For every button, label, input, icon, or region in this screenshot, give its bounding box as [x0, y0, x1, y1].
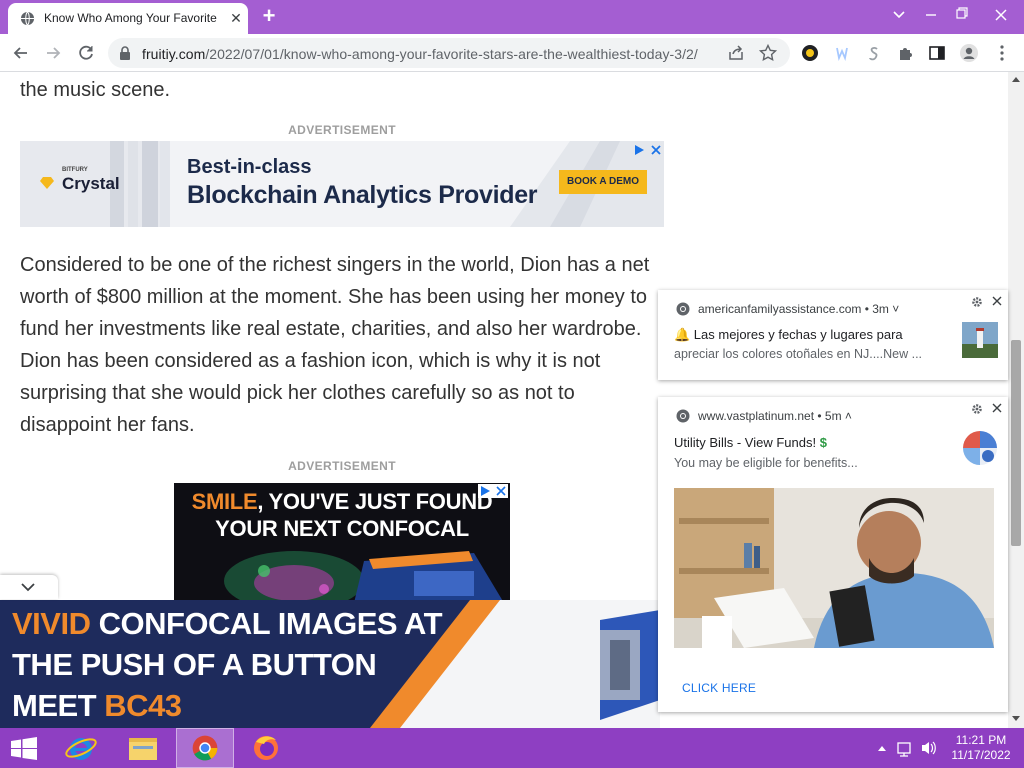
- system-tray-icons[interactable]: [870, 728, 950, 768]
- side-panel-icon[interactable]: [926, 42, 948, 64]
- tab-close-icon[interactable]: ✕: [228, 10, 244, 26]
- chrome-small-icon: [676, 409, 690, 423]
- globe-icon: [20, 11, 35, 26]
- confocal-ad[interactable]: SMILE, YOU'VE JUST FOUND YOUR NEXT CONFO…: [174, 483, 510, 603]
- push-notification-2[interactable]: www.vastplatinum.net • 5m ˄ Utility Bill…: [658, 397, 1008, 712]
- confocal-headline-1-rest: , YOU'VE JUST FOUND: [257, 489, 493, 514]
- scroll-up-icon[interactable]: [1012, 76, 1020, 82]
- notification-title-text: Utility Bills - View Funds!: [674, 435, 817, 450]
- file-explorer-icon[interactable]: [118, 728, 168, 768]
- sticky-bottom-ad[interactable]: VIVID CONFOCAL IMAGES AT THE PUSH OF A B…: [0, 600, 660, 728]
- sticky-ad-line-2: THE PUSH OF A BUTTON: [12, 647, 377, 682]
- address-bar[interactable]: fruitiy.com/2022/07/01/know-who-among-yo…: [108, 38, 790, 68]
- benefits-logo-thumbnail: [963, 431, 997, 465]
- windows-taskbar: 11:21 PM 11/17/2022: [0, 728, 1024, 768]
- scroll-down-icon[interactable]: [1012, 716, 1020, 722]
- firefox-icon[interactable]: [240, 728, 292, 768]
- close-icon[interactable]: [991, 402, 1003, 414]
- bookmark-star-icon[interactable]: [758, 43, 778, 63]
- extension-w-icon[interactable]: [831, 42, 853, 64]
- back-arrow-icon[interactable]: [10, 42, 32, 64]
- notification-body: You may be eligible for benefits...: [674, 456, 858, 470]
- url-path: /2022/07/01/know-who-among-your-favorite…: [205, 46, 698, 62]
- notification-title: 🔔 Las mejores y fechas y lugares para: [674, 327, 903, 342]
- lock-icon[interactable]: [118, 45, 132, 61]
- sticky-ad-line-3-prefix: MEET: [12, 688, 105, 723]
- browser-toolbar: fruitiy.com/2022/07/01/know-who-among-yo…: [0, 34, 1024, 72]
- close-icon[interactable]: [991, 295, 1003, 307]
- sticky-ad-collapse-button[interactable]: [0, 575, 58, 599]
- taskbar-clock[interactable]: 11:21 PM 11/17/2022: [948, 733, 1014, 763]
- tab-search-chevron-icon[interactable]: [884, 2, 914, 28]
- share-icon[interactable]: [726, 43, 746, 63]
- sticky-ad-line-1: VIVID CONFOCAL IMAGES AT: [12, 606, 443, 642]
- chrome-taskbar-icon[interactable]: [176, 728, 234, 768]
- profile-avatar-icon[interactable]: [958, 42, 980, 64]
- kebab-menu-icon[interactable]: [991, 42, 1013, 64]
- dollar-sign: $: [819, 435, 827, 450]
- close-window-icon[interactable]: [978, 2, 1024, 28]
- extension-circle-icon[interactable]: [799, 42, 821, 64]
- restore-window-icon[interactable]: [946, 2, 976, 28]
- url-domain: fruitiy.com: [142, 46, 206, 62]
- confocal-headline-1-highlight: SMILE: [191, 489, 258, 514]
- book-demo-button[interactable]: BOOK A DEMO: [559, 170, 647, 194]
- clock-time: 11:21 PM: [955, 733, 1007, 747]
- man-with-phone-photo: [674, 488, 994, 648]
- push-notification-1[interactable]: americanfamilyassistance.com • 3m ˅ 🔔 La…: [658, 290, 1008, 380]
- sticky-ad-line-1-highlight: VIVID: [12, 606, 91, 641]
- browser-tab-active[interactable]: Know Who Among Your Favorite ✕: [8, 3, 248, 34]
- reload-icon[interactable]: [75, 42, 97, 64]
- article-paragraph: Considered to be one of the richest sing…: [20, 254, 650, 436]
- chrome-small-icon: [676, 302, 690, 316]
- tab-title: Know Who Among Your Favorite: [44, 11, 217, 25]
- chevron-down-icon: [21, 583, 35, 592]
- advertisement-label-2: ADVERTISEMENT: [288, 459, 396, 473]
- notification-body: apreciar los colores otoñales en NJ....N…: [674, 347, 923, 361]
- notification-origin: www.vastplatinum.net • 5m ˄: [698, 409, 852, 423]
- forward-arrow-icon[interactable]: [42, 42, 64, 64]
- minimize-icon[interactable]: [916, 2, 946, 28]
- extension-s-icon[interactable]: [863, 42, 885, 64]
- notification-origin: americanfamilyassistance.com • 3m ˅: [698, 302, 900, 316]
- url-text[interactable]: fruitiy.com/2022/07/01/know-who-among-yo…: [142, 46, 698, 62]
- ad-headline-1: Best-in-class: [187, 156, 312, 178]
- page-scrollbar[interactable]: [1008, 72, 1024, 728]
- article-text-top: the music scene.: [20, 79, 171, 101]
- crystal-logo-icon: [40, 177, 54, 189]
- new-tab-button[interactable]: +: [258, 5, 280, 28]
- extensions-puzzle-icon[interactable]: [895, 42, 917, 64]
- adchoices-icon[interactable]: [632, 143, 662, 157]
- microscope-image: [174, 541, 510, 603]
- gear-icon[interactable]: [971, 403, 983, 415]
- browser-titlebar: Know Who Among Your Favorite ✕ +: [0, 0, 1024, 34]
- notification-title: Utility Bills - View Funds! $: [674, 435, 827, 450]
- internet-explorer-icon[interactable]: [58, 728, 104, 768]
- confocal-headline-1: SMILE, YOU'VE JUST FOUND: [174, 489, 510, 515]
- sticky-ad-line-3: MEET BC43: [12, 688, 182, 724]
- ad-headline-2: Blockchain Analytics Provider: [187, 181, 538, 209]
- sticky-ad-line-3-highlight: BC43: [104, 688, 182, 723]
- scrollbar-thumb[interactable]: [1011, 340, 1021, 546]
- sticky-ad-line-1-rest: CONFOCAL IMAGES AT: [90, 606, 443, 641]
- advertisement-label: ADVERTISEMENT: [288, 123, 396, 137]
- adchoices-icon-2[interactable]: [478, 484, 508, 498]
- click-here-button[interactable]: CLICK HERE: [682, 681, 756, 695]
- confocal-headline-2: YOUR NEXT CONFOCAL: [215, 516, 469, 541]
- ad-brand-small: BITFURY: [62, 167, 88, 173]
- ad-brand: Crystal: [62, 174, 120, 193]
- gear-icon[interactable]: [971, 296, 983, 308]
- crystal-banner-ad[interactable]: BITFURY Crystal Best-in-class Blockchain…: [20, 141, 664, 227]
- lighthouse-thumbnail: [962, 322, 998, 358]
- windows-start-icon[interactable]: [0, 728, 48, 768]
- clock-date: 11/17/2022: [951, 748, 1011, 762]
